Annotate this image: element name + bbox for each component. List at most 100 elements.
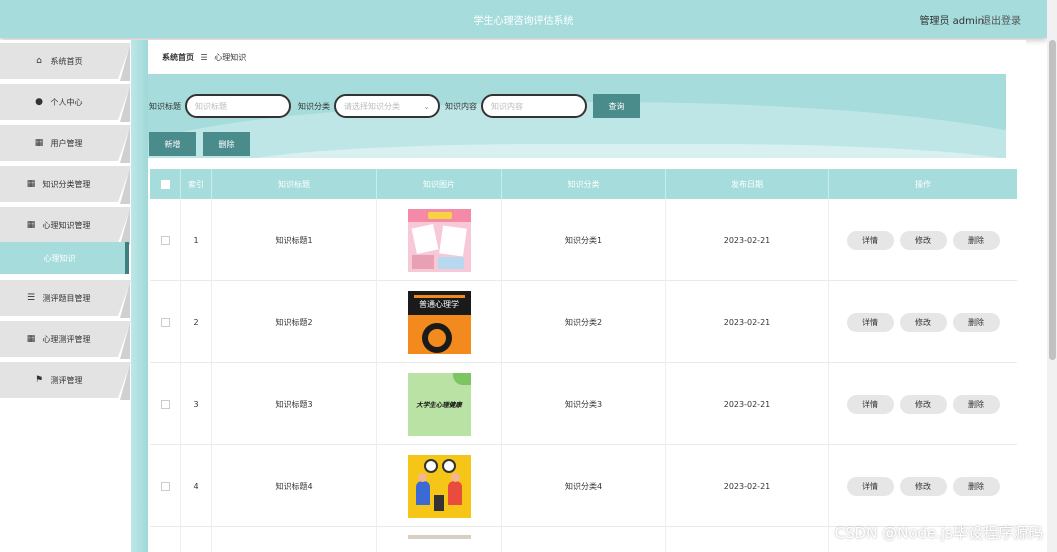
row-checkbox[interactable] [160, 317, 170, 327]
row-category: 知识分类3 [502, 363, 666, 445]
delete-button[interactable]: 删除 [952, 394, 1000, 414]
row-date: 2023-02-21 [666, 445, 829, 527]
sidebar-item-label: 系统首页 [50, 56, 83, 66]
sidebar-item-label: 个人中心 [50, 97, 83, 107]
breadcrumb-separator-icon: ☰ [200, 53, 208, 62]
sidebar-item-test-manage[interactable]: ⚑ 测评管理 [0, 362, 131, 400]
row-title: 知识标题3 [212, 363, 377, 445]
sidebar-item-profile[interactable]: ● 个人中心 [0, 84, 131, 122]
category-label: 知识分类 [298, 101, 330, 111]
row-ops: 详情 修改 删除 [829, 445, 1017, 527]
category-placeholder: 请选择知识分类 [344, 101, 400, 111]
row-category: 知识分类4 [502, 445, 666, 527]
edit-button[interactable]: 修改 [899, 394, 947, 414]
breadcrumb: 系统首页 ☰ 心理知识 [162, 52, 246, 63]
add-button[interactable]: 新增 [149, 132, 196, 156]
sidebar-item-label: 用户管理 [50, 138, 83, 148]
table-row: 4 知识标题4 知识分类4 2023-02-21 详情 修改 删除 [150, 445, 1017, 527]
row-title: 知识标题2 [212, 281, 377, 363]
user-icon: ● [35, 96, 43, 107]
select-all-cell [150, 169, 181, 199]
sidebar-item-questions[interactable]: ☰ 测评题目管理 [0, 280, 131, 318]
edit-button[interactable]: 修改 [899, 476, 947, 496]
home-icon: ⌂ [36, 55, 42, 66]
content-search-input[interactable]: 知识内容 [481, 94, 587, 118]
table-row: 2 知识标题2 普通心理学 知识分类2 2023-02-21 详情 修改 删除 [150, 281, 1017, 363]
row-image-cell [377, 199, 502, 281]
knowledge-image[interactable] [407, 454, 471, 518]
row-checkbox[interactable] [160, 399, 170, 409]
row-date: 2023-02-21 [666, 281, 829, 363]
delete-button[interactable]: 删除 [952, 312, 1000, 332]
current-user: 管理员 admin [919, 16, 984, 27]
row-image-cell: 大学生心理健康 [377, 363, 502, 445]
content-label: 知识内容 [445, 101, 477, 111]
row-index: 2 [181, 281, 212, 363]
chevron-down-icon: ⌄ [423, 101, 430, 111]
breadcrumb-home[interactable]: 系统首页 [162, 53, 194, 62]
row-title: 知识标题4 [212, 445, 377, 527]
knowledge-image[interactable] [407, 208, 471, 272]
sidebar-item-psych-test[interactable]: ▦ 心理测评管理 [0, 321, 131, 359]
sidebar: ⌂ 系统首页 ● 个人中心 ▦ 用户管理 ▦ 知识分类管理 ▦ 心理知识管理 心理知识 ☰… [0, 40, 131, 552]
row-category: 知识分类2 [502, 281, 666, 363]
logout-link[interactable]: 退出登录 [981, 12, 1021, 27]
edit-button[interactable]: 修改 [899, 312, 947, 332]
delete-button[interactable]: 删除 [952, 230, 1000, 250]
detail-button[interactable]: 详情 [846, 476, 894, 496]
col-image: 知识图片 [377, 169, 502, 199]
col-title: 知识标题 [212, 169, 377, 199]
sidebar-item-knowledge[interactable]: ▦ 心理知识管理 [0, 207, 131, 245]
breadcrumb-current: 心理知识 [214, 53, 247, 62]
list-icon: ☰ [26, 292, 36, 303]
row-checkbox[interactable] [160, 235, 170, 245]
sidebar-item-users[interactable]: ▦ 用户管理 [0, 125, 131, 163]
query-button[interactable]: 查询 [593, 94, 640, 118]
detail-button[interactable]: 详情 [846, 394, 894, 414]
col-index: 索引 [181, 169, 212, 199]
batch-delete-button[interactable]: 删除 [203, 132, 250, 156]
sidebar-item-label: 知识分类管理 [42, 179, 91, 189]
row-title: 知识标题1 [212, 199, 377, 281]
row-date: 2023-02-21 [666, 363, 829, 445]
knowledge-image[interactable]: 大学生心理健康 [407, 372, 471, 436]
grid-icon: ▦ [34, 137, 44, 148]
table-header: 索引 知识标题 知识图片 知识分类 发布日期 操作 [150, 169, 1017, 199]
sidebar-subitem-knowledge[interactable]: 心理知识 [0, 242, 129, 274]
row-index: 4 [181, 445, 212, 527]
detail-button[interactable]: 详情 [846, 312, 894, 332]
row-checkbox[interactable] [160, 481, 170, 491]
detail-button[interactable]: 详情 [846, 230, 894, 250]
table-row: 1 知识标题1 知识分类1 2023-02-21 详情 修改 删除 [150, 199, 1017, 281]
sidebar-subitem-label: 心理知识 [43, 253, 76, 263]
scrollbar-thumb[interactable] [1049, 40, 1056, 360]
decorative-band [131, 40, 148, 552]
watermark: CSDN @Node.js毕设程序源码 [834, 524, 1043, 542]
app-title: 学生心理咨询评估系统 [473, 16, 574, 27]
title-label: 知识标题 [149, 101, 181, 111]
top-header: 学生心理咨询评估系统 管理员 admin 退出登录 [0, 0, 1047, 38]
row-select-cell [150, 363, 181, 445]
category-select[interactable]: 请选择知识分类 ⌄ [334, 94, 440, 118]
grid-icon: ▦ [26, 333, 36, 344]
row-select-cell [150, 445, 181, 527]
sidebar-item-label: 心理测评管理 [42, 334, 91, 344]
sidebar-item-knowledge-category[interactable]: ▦ 知识分类管理 [0, 166, 131, 204]
edit-button[interactable]: 修改 [899, 230, 947, 250]
title-placeholder: 知识标题 [195, 101, 227, 111]
sidebar-item-label: 测评题目管理 [42, 293, 91, 303]
row-category: 知识分类1 [502, 199, 666, 281]
title-search-input[interactable]: 知识标题 [185, 94, 291, 118]
knowledge-table: 索引 知识标题 知识图片 知识分类 发布日期 操作 1 知识标题1 知识分类1 … [150, 169, 1017, 552]
sidebar-item-home[interactable]: ⌂ 系统首页 [0, 43, 131, 81]
table-row: 3 知识标题3 大学生心理健康 知识分类3 2023-02-21 详情 修改 删… [150, 363, 1017, 445]
row-select-cell [150, 281, 181, 363]
page-scrollbar[interactable] [1047, 0, 1057, 552]
row-image-cell: 普通心理学 [377, 281, 502, 363]
select-all-checkbox[interactable] [160, 179, 170, 189]
delete-button[interactable]: 删除 [952, 476, 1000, 496]
image-title-text: 大学生心理健康 [416, 400, 462, 409]
main-content: 系统首页 ☰ 心理知识 知识标题 知识标题 知识分类 请选择知识分类 ⌄ 知识内容… [131, 40, 1026, 552]
image-title-text: 普通心理学 [419, 299, 459, 309]
knowledge-image[interactable]: 普通心理学 [407, 290, 471, 354]
